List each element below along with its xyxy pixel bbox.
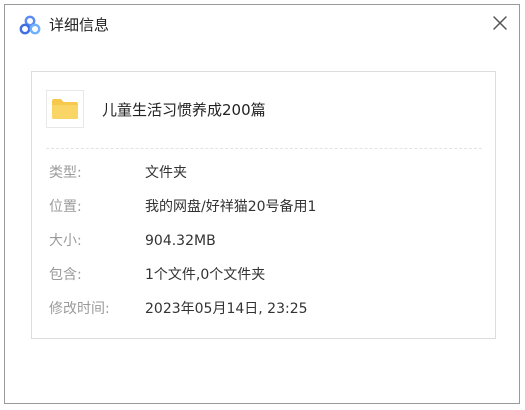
divider bbox=[46, 148, 482, 149]
folder-thumbnail bbox=[46, 90, 84, 128]
detail-label: 大小: bbox=[49, 233, 82, 249]
detail-label: 位置: bbox=[49, 199, 82, 215]
detail-label: 修改时间: bbox=[49, 301, 110, 317]
close-icon bbox=[493, 16, 507, 30]
detail-label: 类型: bbox=[49, 165, 82, 181]
detail-row-location: 位置: 我的网盘/好祥猫20号备用1 bbox=[32, 196, 495, 218]
detail-value: 文件夹 bbox=[145, 165, 187, 181]
detail-row-contains: 包含: 1个文件,0个文件夹 bbox=[32, 264, 495, 286]
info-panel: 儿童生活习惯养成200篇 类型: 文件夹 位置: 我的网盘/好祥猫20号备用1 … bbox=[31, 71, 496, 339]
detail-row-size: 大小: 904.32MB bbox=[32, 230, 495, 252]
details-dialog: 详细信息 儿童生活习惯养成200篇 类型: 文件夹 位置: 我的网盘/好祥猫20… bbox=[4, 4, 520, 404]
detail-label: 包含: bbox=[49, 267, 82, 283]
title-bar[interactable]: 详细信息 bbox=[5, 5, 519, 45]
app-logo-icon bbox=[19, 15, 41, 35]
close-button[interactable] bbox=[487, 10, 513, 36]
detail-value: 904.32MB bbox=[145, 233, 216, 249]
folder-icon bbox=[52, 99, 78, 119]
file-header: 儿童生活习惯养成200篇 bbox=[32, 72, 495, 148]
detail-value: 2023年05月14日, 23:25 bbox=[145, 301, 308, 317]
detail-row-modified: 修改时间: 2023年05月14日, 23:25 bbox=[32, 298, 495, 320]
detail-value: 1个文件,0个文件夹 bbox=[145, 267, 266, 283]
dialog-title: 详细信息 bbox=[49, 16, 110, 34]
detail-value: 我的网盘/好祥猫20号备用1 bbox=[145, 199, 317, 215]
detail-row-type: 类型: 文件夹 bbox=[32, 162, 495, 184]
file-name: 儿童生活习惯养成200篇 bbox=[102, 101, 266, 119]
